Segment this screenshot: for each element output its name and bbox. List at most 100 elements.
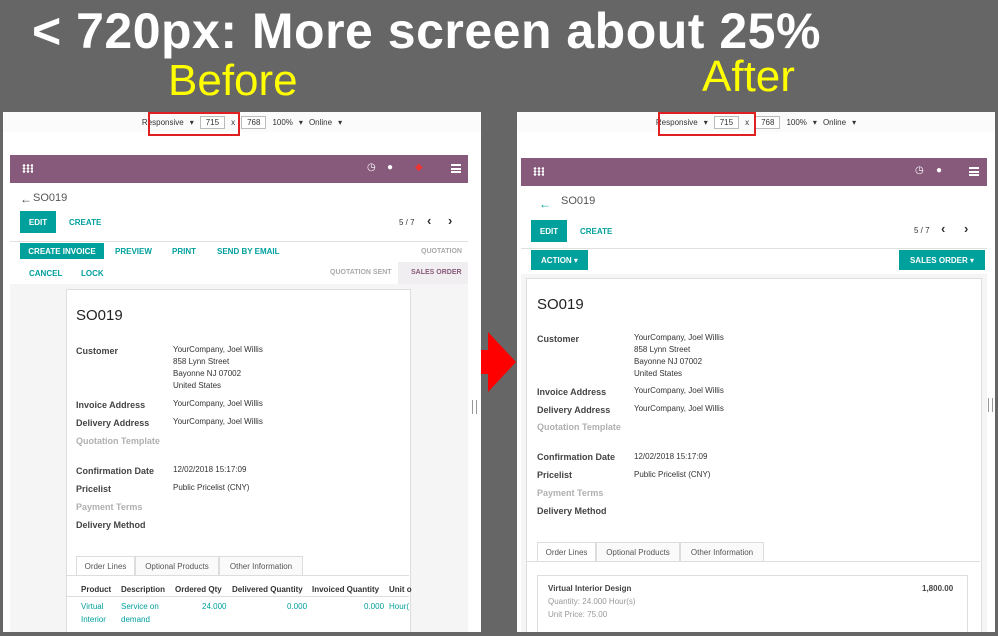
- send-by-email-button[interactable]: SEND BY EMAIL: [217, 247, 280, 256]
- tab-divider: [526, 561, 980, 562]
- address-line-3: United States: [173, 381, 222, 390]
- tab-other-information[interactable]: Other Information: [680, 542, 764, 561]
- edit-button[interactable]: EDIT: [20, 211, 56, 233]
- status-sales-order[interactable]: SALES ORDER: [411, 269, 462, 276]
- devtools-bar: Responsive ▾ 715 x 768 100% ▾ Online ▾: [517, 112, 995, 132]
- card-amount: 1,800.00: [922, 584, 954, 593]
- status-quotation-sent[interactable]: QUOTATION SENT: [330, 269, 392, 276]
- tab-optional-products[interactable]: Optional Products: [596, 542, 680, 561]
- zoom-select[interactable]: 100%: [272, 118, 292, 127]
- tab-divider: [66, 575, 409, 576]
- address-line-2: Bayonne NJ 07002: [634, 357, 703, 366]
- customer-label: Customer: [537, 334, 580, 344]
- status-quotation[interactable]: QUOTATION: [421, 248, 462, 255]
- invoice-address-link[interactable]: YourCompany, Joel Willis: [173, 398, 263, 410]
- delivery-address-link[interactable]: YourCompany, Joel Willis: [634, 403, 724, 415]
- confirmation-date-value: 12/02/2018 15:17:09: [173, 465, 247, 474]
- create-invoice-button[interactable]: CREATE INVOICE: [20, 243, 104, 259]
- tab-order-lines[interactable]: Order Lines: [76, 556, 135, 575]
- next-icon[interactable]: ›: [964, 221, 968, 236]
- apps-menu-icon[interactable]: [533, 167, 544, 176]
- table-header-divider: [66, 596, 409, 597]
- chat-icon[interactable]: ●: [936, 165, 942, 176]
- payment-terms-label: Payment Terms: [537, 488, 604, 498]
- network-select[interactable]: Online: [309, 118, 332, 127]
- pricelist-link[interactable]: Public Pricelist (CNY): [634, 469, 710, 481]
- dropdown-icon: ▾: [338, 117, 343, 127]
- pricelist-label: Pricelist: [76, 484, 112, 494]
- row-unit: Hour(: [389, 602, 410, 611]
- confirmation-date-value: 12/02/2018 15:17:09: [634, 452, 708, 461]
- next-icon[interactable]: ›: [448, 213, 452, 228]
- customer-link[interactable]: YourCompany, Joel Willis: [173, 344, 263, 356]
- apps-menu-icon[interactable]: [22, 164, 33, 173]
- card-quantity: Quantity: 24.000 Hour(s): [548, 597, 636, 606]
- before-panel: Responsive ▾ 715 x 768 100% ▾ Online ▾ ◷ ● …: [3, 112, 481, 632]
- col-ordered-qty: Ordered Qty: [175, 585, 222, 594]
- dropdown-icon: ▾: [298, 117, 303, 127]
- height-input[interactable]: 768: [755, 115, 781, 129]
- card-product-name: Virtual Interior Design: [548, 584, 632, 593]
- invoice-address-link[interactable]: YourCompany, Joel Willis: [634, 385, 724, 397]
- row-product-line-1[interactable]: Virtual: [81, 602, 104, 611]
- address-line-3: United States: [634, 369, 683, 378]
- address-line-2: Bayonne NJ 07002: [173, 369, 242, 378]
- tab-optional-products[interactable]: Optional Products: [135, 556, 219, 575]
- action-button[interactable]: ACTION ▾: [531, 250, 588, 270]
- prev-icon[interactable]: ‹: [427, 213, 431, 228]
- col-unit: Unit o: [389, 585, 412, 594]
- sales-order-status-button[interactable]: SALES ORDER ▾: [899, 250, 985, 270]
- tab-order-lines[interactable]: Order Lines: [537, 542, 596, 561]
- row-product-line-2[interactable]: Interior: [81, 615, 106, 624]
- create-button[interactable]: CREATE: [580, 227, 612, 236]
- delivery-address-label: Delivery Address: [537, 405, 611, 415]
- lock-button[interactable]: LOCK: [81, 269, 104, 278]
- divider: [521, 248, 987, 249]
- print-button[interactable]: PRINT: [172, 247, 196, 256]
- dropdown-icon: ▾: [812, 117, 817, 127]
- before-label: Before: [168, 56, 298, 105]
- invoice-address-label: Invoice Address: [76, 400, 146, 410]
- confirmation-date-label: Confirmation Date: [537, 452, 616, 462]
- quotation-template-label: Quotation Template: [537, 422, 621, 432]
- resize-handle[interactable]: [472, 400, 477, 414]
- pricelist-link[interactable]: Public Pricelist (CNY): [173, 482, 249, 494]
- clock-icon[interactable]: ◷: [915, 165, 924, 176]
- caret-down-icon: ▾: [967, 255, 975, 265]
- back-arrow-icon[interactable]: ←: [539, 197, 551, 211]
- user-avatar-icon[interactable]: ◆: [415, 162, 423, 173]
- breadcrumb[interactable]: SO019: [33, 192, 67, 204]
- sales-order-label: SALES ORDER: [909, 255, 968, 265]
- back-arrow-icon[interactable]: ←: [20, 192, 32, 206]
- hamburger-icon[interactable]: [969, 167, 979, 176]
- pricelist-label: Pricelist: [537, 470, 573, 480]
- quotation-template-label: Quotation Template: [76, 436, 160, 446]
- create-button[interactable]: CREATE: [69, 218, 101, 227]
- edit-button[interactable]: EDIT: [531, 220, 567, 242]
- prev-icon[interactable]: ‹: [941, 221, 945, 236]
- form-title: SO019: [76, 307, 123, 324]
- hamburger-icon[interactable]: [451, 164, 461, 173]
- zoom-select[interactable]: 100%: [786, 118, 806, 127]
- preview-button[interactable]: PREVIEW: [115, 247, 152, 256]
- chat-icon[interactable]: ●: [387, 162, 393, 173]
- highlight-box: [658, 112, 756, 136]
- customer-link[interactable]: YourCompany, Joel Willis: [634, 332, 724, 344]
- row-invoiced: 0.000: [364, 602, 385, 611]
- resize-handle[interactable]: [988, 398, 993, 412]
- delivery-address-link[interactable]: YourCompany, Joel Willis: [173, 416, 263, 428]
- delivery-method-label: Delivery Method: [76, 520, 146, 530]
- col-delivered-qty: Delivered Quantity: [232, 585, 303, 594]
- row-description-line-1: Service on: [121, 602, 159, 611]
- network-select[interactable]: Online: [823, 118, 846, 127]
- action-label: ACTION: [541, 255, 572, 265]
- clock-icon[interactable]: ◷: [367, 162, 376, 173]
- confirmation-date-label: Confirmation Date: [76, 466, 155, 476]
- tab-other-information[interactable]: Other Information: [219, 556, 303, 575]
- cancel-button[interactable]: CANCEL: [29, 269, 62, 278]
- form-sheet: [66, 289, 411, 632]
- delivery-address-label: Delivery Address: [76, 418, 150, 428]
- invoice-address-label: Invoice Address: [537, 387, 607, 397]
- breadcrumb[interactable]: SO019: [561, 195, 595, 207]
- height-input[interactable]: 768: [241, 115, 267, 129]
